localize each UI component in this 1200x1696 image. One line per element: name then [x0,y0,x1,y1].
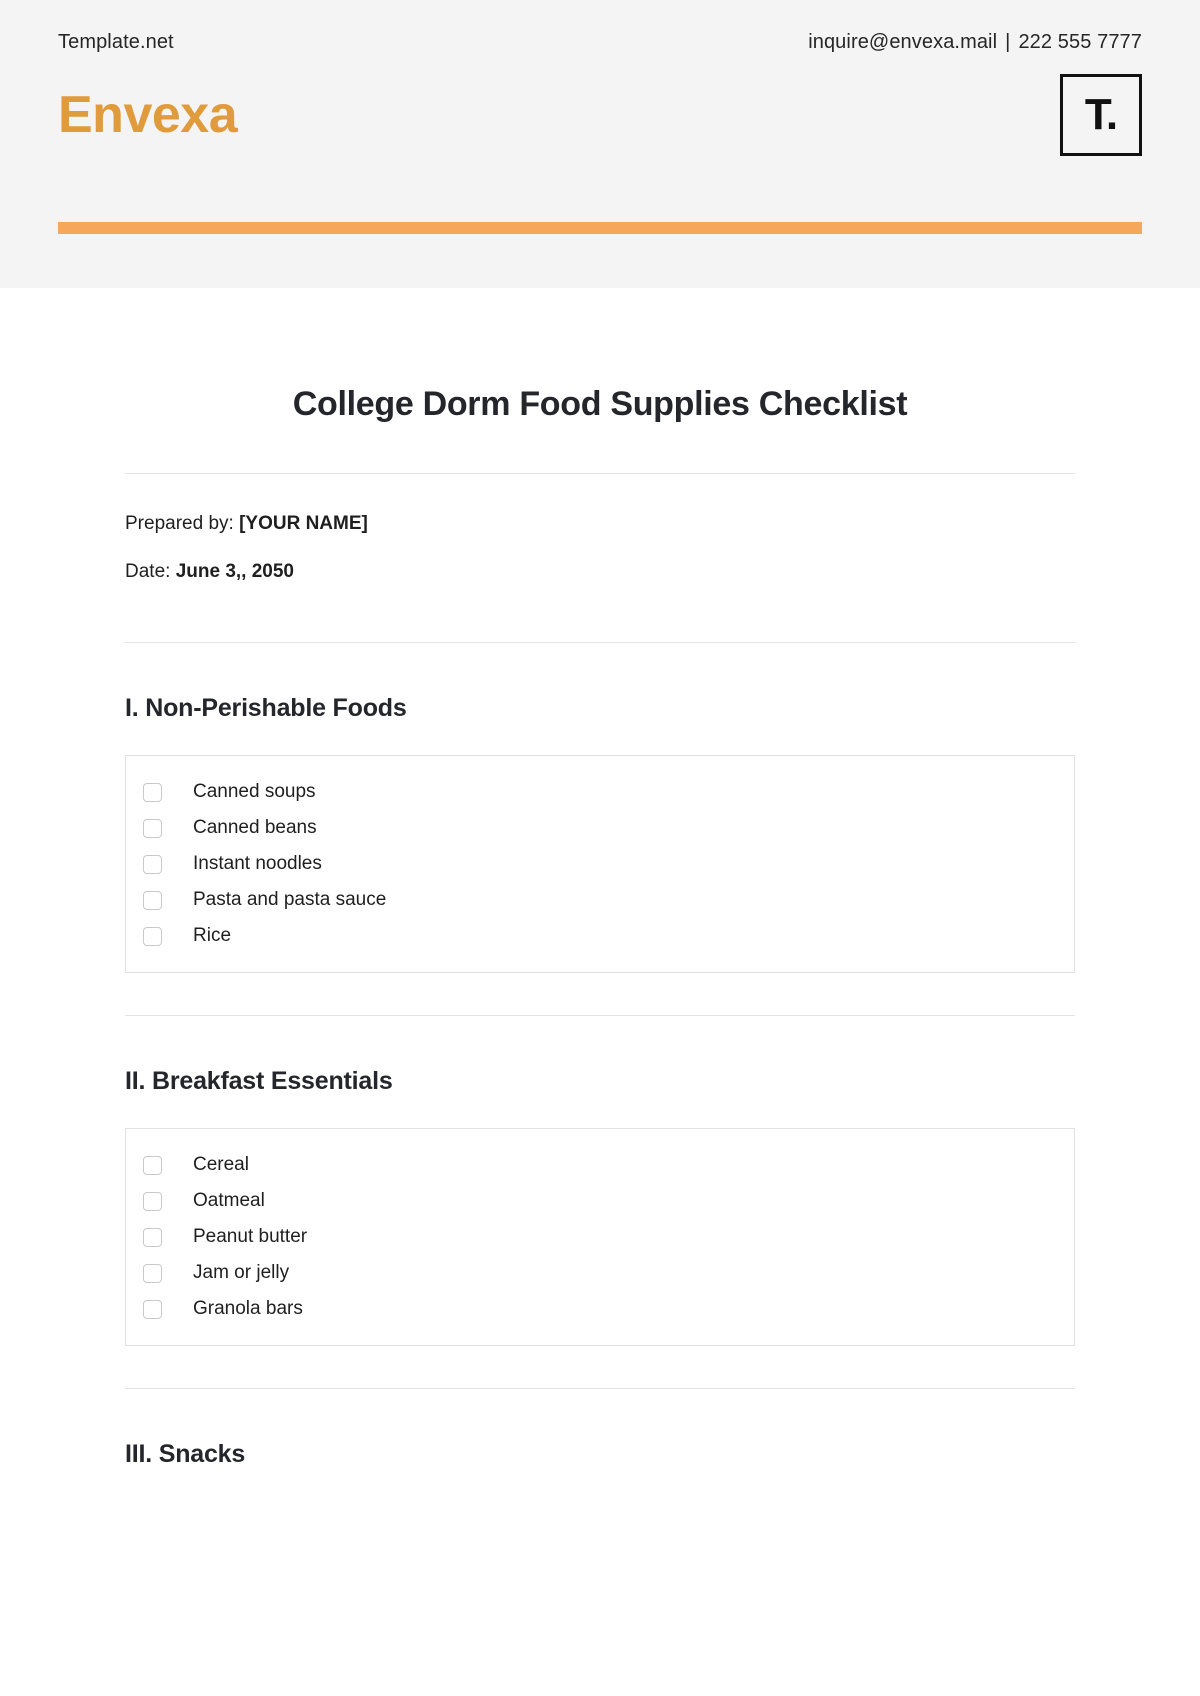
checklist-item-label: Granola bars [193,1297,303,1319]
checklist-item-label: Rice [193,924,232,946]
checklist-item-label: Canned beans [193,816,317,838]
site-name: Template.net [58,31,174,53]
brand-row: Envexa T. [0,52,1200,156]
checklist-item-label: Jam or jelly [193,1261,290,1283]
checklist-item[interactable]: Pasta and pasta sauce [126,882,1074,918]
meta-value-prepared-by[interactable]: [YOUR NAME] [239,513,368,534]
checklist-box: Canned soups Canned beans Instant noodle… [125,755,1075,974]
contact-email: inquire@envexa.mail [808,31,998,53]
document-body: College Dorm Food Supplies Checklist Pre… [0,384,1200,1469]
contact-phone: 222 555 7777 [1018,31,1142,53]
checklist-item[interactable]: Canned soups [126,774,1074,810]
checkbox-icon[interactable] [143,782,162,802]
section-divider [125,1388,1075,1390]
checklist-item-label: Oatmeal [193,1189,265,1211]
section-heading: III. Snacks [125,1440,246,1469]
section-heading: II. Breakfast Essentials [125,1067,393,1096]
contact-separator: | [1005,31,1011,53]
checkbox-icon[interactable] [143,818,162,838]
checklist-item-label: Instant noodles [193,852,322,874]
checklist-item-label: Cereal [193,1153,249,1175]
checkbox-icon[interactable] [143,854,162,874]
checklist-item[interactable]: Peanut butter [126,1219,1074,1255]
checklist-item[interactable]: Rice [126,918,1074,954]
page-header: Template.net inquire@envexa.mail | 222 555… [0,0,1200,288]
section-non-perishable-foods: I. Non-Perishable Foods Canned soups Can… [125,693,1075,974]
contact-info: inquire@envexa.mail | 222 555 7777 [808,32,1142,52]
section-divider [125,1015,1075,1017]
section-heading: I. Non-Perishable Foods [125,694,407,723]
meta-value-date[interactable]: June 3,, 2050 [176,561,294,582]
checkbox-icon[interactable] [143,890,162,910]
checklist-item-label: Canned soups [193,780,316,802]
checklist-box: Cereal Oatmeal Peanut butter Jam or jell… [125,1128,1075,1347]
meta-label-date: Date: [125,561,171,583]
section-breakfast-essentials: II. Breakfast Essentials Cereal Oatmeal … [125,1066,1075,1347]
page-title: College Dorm Food Supplies Checklist [292,385,908,423]
checkbox-icon[interactable] [143,1299,162,1319]
meta-label-prepared-by: Prepared by: [125,512,234,534]
checkbox-icon[interactable] [143,1227,162,1247]
section-snacks: III. Snacks [125,1439,1075,1469]
brand-wordmark: Envexa [58,86,238,144]
checklist-item[interactable]: Cereal [126,1147,1074,1183]
checklist-item-label: Pasta and pasta sauce [193,888,387,910]
checkbox-icon[interactable] [143,1263,162,1283]
meta-divider [125,642,1075,644]
checklist-item[interactable]: Jam or jelly [126,1255,1074,1291]
template-logo: T. [1060,74,1142,156]
header-top-row: Template.net inquire@envexa.mail | 222 555… [0,0,1200,52]
checklist-item[interactable]: Oatmeal [126,1183,1074,1219]
checkbox-icon[interactable] [143,1191,162,1211]
header-accent-bar [58,222,1142,234]
checklist-item[interactable]: Granola bars [126,1291,1074,1327]
meta-row-prepared-by: Prepared by: [YOUR NAME] [125,512,1075,537]
checkbox-icon[interactable] [143,1155,162,1175]
checkbox-icon[interactable] [143,926,162,946]
meta-row-date: Date: June 3,, 2050 [125,560,1075,585]
checklist-item[interactable]: Canned beans [126,810,1074,846]
checklist-item-label: Peanut butter [193,1225,308,1247]
document-meta: Prepared by: [YOUR NAME] Date: June 3,, … [125,474,1075,585]
template-logo-icon: T. [1084,90,1118,139]
checklist-item[interactable]: Instant noodles [126,846,1074,882]
